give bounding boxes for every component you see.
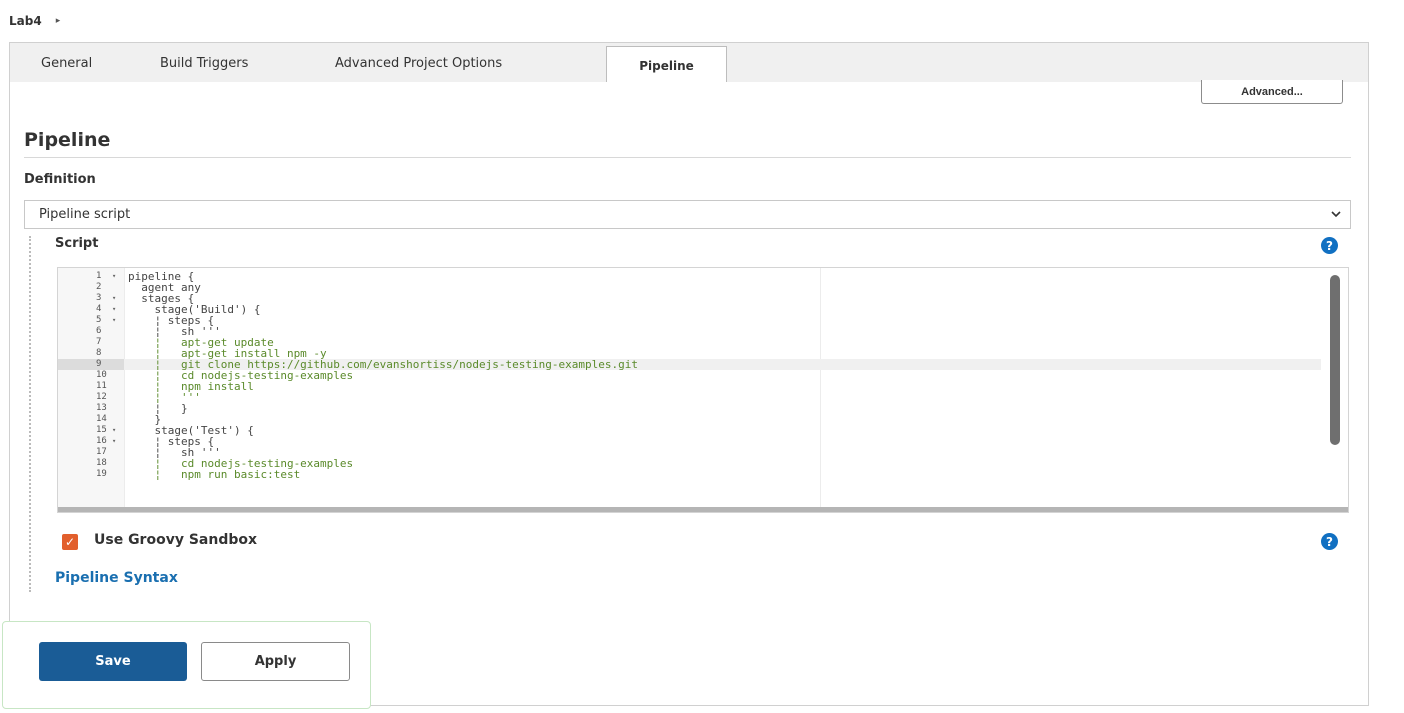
fold-toggle-icon[interactable]: ▾ (112, 293, 116, 304)
advanced-button[interactable]: Advanced... (1201, 80, 1343, 104)
script-label: Script (55, 236, 99, 251)
nested-indicator (29, 236, 31, 592)
definition-select-value: Pipeline script (39, 207, 131, 222)
help-icon[interactable]: ? (1321, 533, 1338, 550)
code-text: ¦ npm run basic:test (128, 468, 301, 481)
pipeline-syntax-link[interactable]: Pipeline Syntax (55, 570, 178, 586)
line-number: 11 (96, 381, 107, 391)
line-number: 2 (96, 282, 102, 292)
tab-advanced-project-options[interactable]: Advanced Project Options (335, 43, 502, 83)
triangle-right-icon[interactable]: ▸ (56, 16, 61, 26)
line-number: 7 (96, 337, 102, 347)
code-line[interactable]: 1 ▾ pipeline { (58, 271, 1321, 282)
breadcrumb-project[interactable]: Lab4 (9, 14, 42, 28)
line-number: 12 (96, 392, 107, 402)
line-number: 18 (96, 458, 107, 468)
code-line[interactable]: 5 ▾ ¦ steps { (58, 315, 1321, 326)
line-number: 9 (58, 359, 124, 370)
apply-button[interactable]: Apply (201, 642, 350, 681)
save-button[interactable]: Save (39, 642, 187, 681)
section-title: Pipeline (24, 129, 111, 151)
line-number: 10 (96, 370, 107, 380)
line-number: 17 (96, 447, 107, 457)
fold-toggle-icon[interactable]: ▾ (112, 425, 116, 436)
definition-select[interactable]: Pipeline script (24, 200, 1351, 229)
config-tabbar: General Build Triggers Advanced Project … (9, 42, 1369, 84)
code-line[interactable]: 12 ¦ ''' (58, 392, 1321, 403)
line-number: 14 (96, 414, 107, 424)
groovy-sandbox-checkbox[interactable]: ✓ (62, 534, 78, 550)
editor-horizontal-scrollbar[interactable] (58, 507, 1348, 512)
line-number: 13 (96, 403, 107, 413)
code-line[interactable]: 13 ¦ } (58, 403, 1321, 414)
line-number: 6 (96, 326, 102, 336)
code-line[interactable]: 2 agent any (58, 282, 1321, 293)
line-number: 19 (96, 469, 107, 479)
line-number: 8 (96, 348, 102, 358)
fold-toggle-icon[interactable]: ▾ (112, 304, 116, 315)
code-line[interactable]: 15 ▾ stage('Test') { (58, 425, 1321, 436)
groovy-sandbox-label[interactable]: Use Groovy Sandbox (94, 532, 257, 548)
chevron-down-icon (1331, 211, 1341, 218)
tab-pipeline[interactable]: Pipeline (606, 46, 727, 84)
breadcrumb: Lab4 ▸ (0, 0, 1404, 42)
fold-toggle-icon[interactable]: ▾ (112, 271, 116, 282)
code-line[interactable]: 16 ▾ ¦ steps { (58, 436, 1321, 447)
editor-vertical-scrollbar[interactable] (1330, 275, 1340, 445)
tab-general[interactable]: General (41, 43, 92, 83)
tab-build-triggers[interactable]: Build Triggers (160, 43, 248, 83)
fold-toggle-icon[interactable]: ▾ (112, 436, 116, 447)
help-icon[interactable]: ? (1321, 237, 1338, 254)
code-line[interactable]: 4 ▾ stage('Build') { (58, 304, 1321, 315)
code-line[interactable]: 19 ¦ npm run basic:test (58, 469, 1321, 480)
fold-toggle-icon[interactable]: ▾ (112, 315, 116, 326)
section-divider (24, 157, 1351, 158)
code-line[interactable]: 11 ¦ npm install (58, 381, 1321, 392)
definition-label: Definition (24, 172, 96, 187)
script-editor[interactable]: 1 ▾ pipeline {2 agent any 3 ▾ stages {4 ▾ sta… (57, 267, 1349, 513)
